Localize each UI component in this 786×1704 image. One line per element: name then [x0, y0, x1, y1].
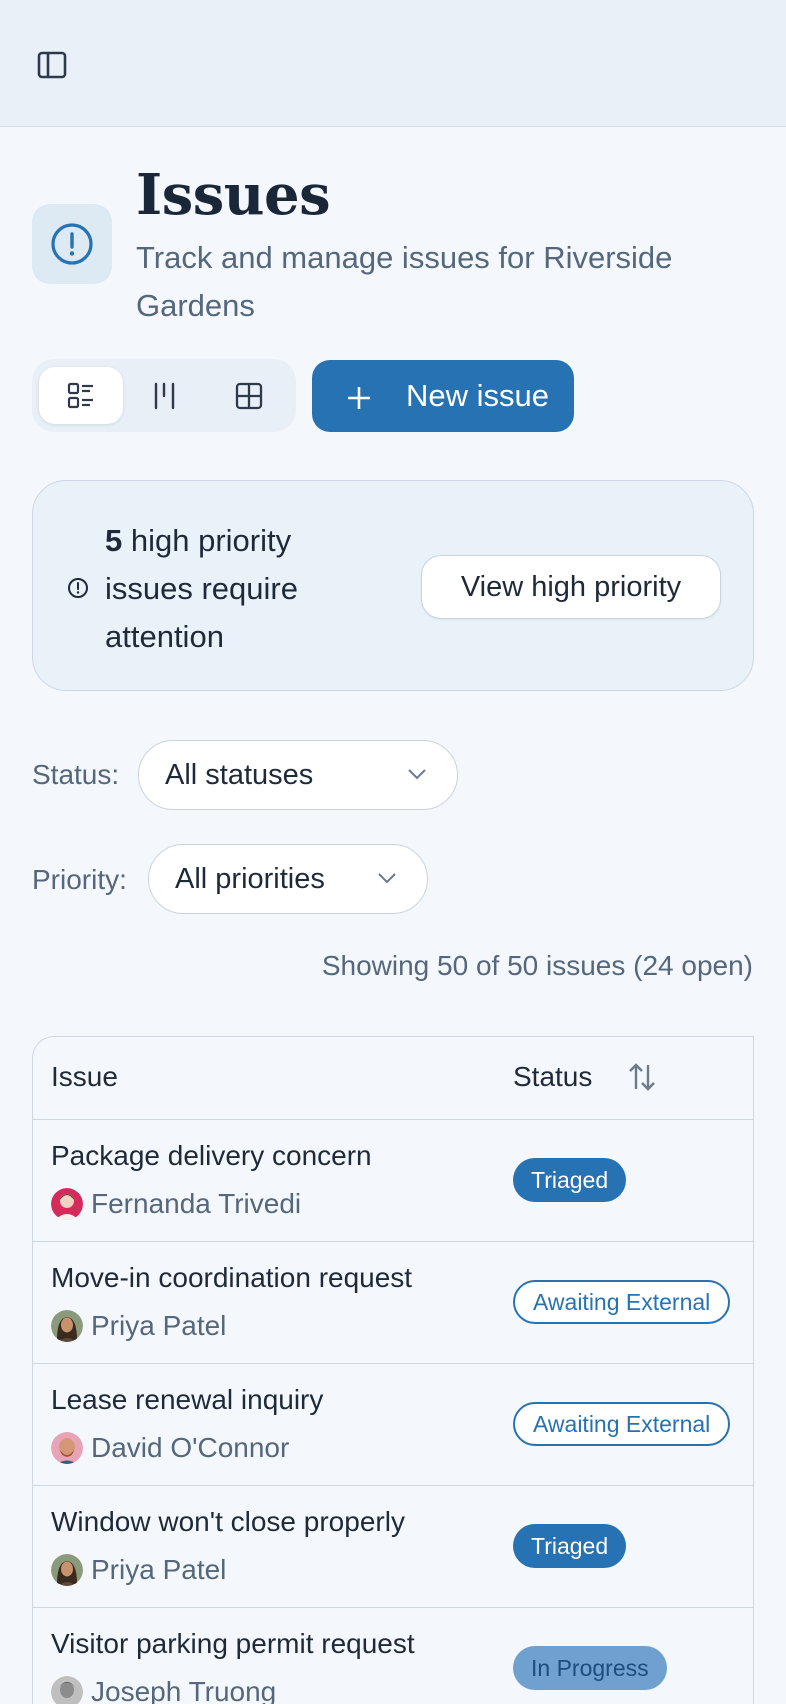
sidebar-panel-icon: [37, 51, 67, 79]
new-issue-button[interactable]: New issue: [312, 360, 574, 432]
issue-reporter: Priya Patel: [51, 1310, 226, 1342]
sidebar-toggle-button[interactable]: [32, 46, 72, 84]
high-priority-alert: 5 high priority issues require attention…: [32, 480, 754, 691]
list-icon: [67, 382, 93, 408]
table-row[interactable]: Lease renewal inquiry David O'Connor Awa…: [33, 1364, 754, 1486]
issue-title: Lease renewal inquiry: [51, 1384, 324, 1415]
chevron-down-icon: [408, 769, 426, 780]
issue-reporter: David O'Connor: [51, 1432, 289, 1464]
status-filter-value: All statuses: [165, 758, 314, 791]
avatar: [51, 1554, 83, 1586]
status-filter-label: Status:: [32, 759, 120, 790]
issue-reporter: Fernanda Trivedi: [51, 1188, 301, 1220]
alert-circle-small-icon: [68, 578, 88, 598]
reporter-name: David O'Connor: [91, 1432, 290, 1463]
new-issue-label: New issue: [406, 378, 549, 413]
reporter-name: Joseph Truong: [91, 1676, 277, 1704]
priority-filter-label: Priority:: [32, 864, 127, 895]
table-header: Issue Status: [33, 1037, 754, 1120]
issue-reporter: Priya Patel: [51, 1554, 226, 1586]
status-badge: Triaged: [513, 1158, 627, 1202]
avatar: [51, 1310, 83, 1342]
top-bar: [0, 0, 786, 127]
status-badge: Awaiting External: [513, 1402, 731, 1446]
issue-reporter: Joseph Truong: [51, 1676, 276, 1704]
issue-title: Visitor parking permit request: [51, 1628, 415, 1659]
alert-count: 5: [105, 523, 123, 558]
list-view-button[interactable]: [39, 367, 123, 424]
reporter-name: Fernanda Trivedi: [91, 1188, 302, 1219]
reporter-name: Priya Patel: [91, 1310, 227, 1341]
issue-title: Package delivery concern: [51, 1140, 372, 1171]
table-row[interactable]: Window won't close properly Priya Patel …: [33, 1486, 754, 1608]
issue-title: Window won't close properly: [51, 1506, 405, 1537]
alert-message-text: high priority issues require attention: [105, 523, 298, 654]
grid-view-button[interactable]: [207, 367, 291, 424]
status-badge: In Progress: [513, 1646, 667, 1690]
column-header-issue: Issue: [51, 1061, 118, 1092]
column-header-status: Status: [513, 1061, 593, 1092]
plus-icon: [346, 383, 372, 409]
table-row[interactable]: Visitor parking permit request Joseph Tr…: [33, 1608, 754, 1704]
issues-header-icon-box: [32, 204, 112, 284]
priority-filter-value: All priorities: [175, 862, 325, 895]
alert-circle-icon: [51, 223, 93, 265]
avatar: [51, 1676, 83, 1704]
chevron-down-icon: [378, 873, 396, 884]
sort-icon[interactable]: [627, 1061, 657, 1093]
avatar: [51, 1188, 83, 1220]
table-row[interactable]: Move-in coordination request Priya Patel…: [33, 1242, 754, 1364]
status-badge: Awaiting External: [513, 1280, 731, 1324]
avatar: [51, 1432, 83, 1464]
page-title: Issues: [136, 162, 331, 228]
status-badge: Triaged: [513, 1524, 627, 1568]
issues-table: Issue Status Package delivery concern Fe…: [32, 1036, 754, 1704]
page-subtitle: Track and manage issues for Riverside Ga…: [136, 240, 673, 323]
kanban-icon: [154, 382, 175, 409]
issue-title: Move-in coordination request: [51, 1262, 413, 1293]
priority-filter-select[interactable]: All priorities: [148, 844, 428, 914]
issues-count-summary: Showing 50 of 50 issues (24 open): [321, 950, 753, 981]
table-row[interactable]: Package delivery concern Fernanda Trived…: [33, 1120, 754, 1242]
alert-message: 5 high priority issues require attention: [105, 517, 365, 661]
reporter-name: Priya Patel: [91, 1554, 227, 1585]
view-high-priority-button[interactable]: View high priority: [421, 555, 721, 619]
status-filter-select[interactable]: All statuses: [138, 740, 458, 810]
view-toggle-group: [32, 359, 296, 432]
board-view-button[interactable]: [123, 367, 207, 424]
grid-icon: [235, 382, 263, 409]
